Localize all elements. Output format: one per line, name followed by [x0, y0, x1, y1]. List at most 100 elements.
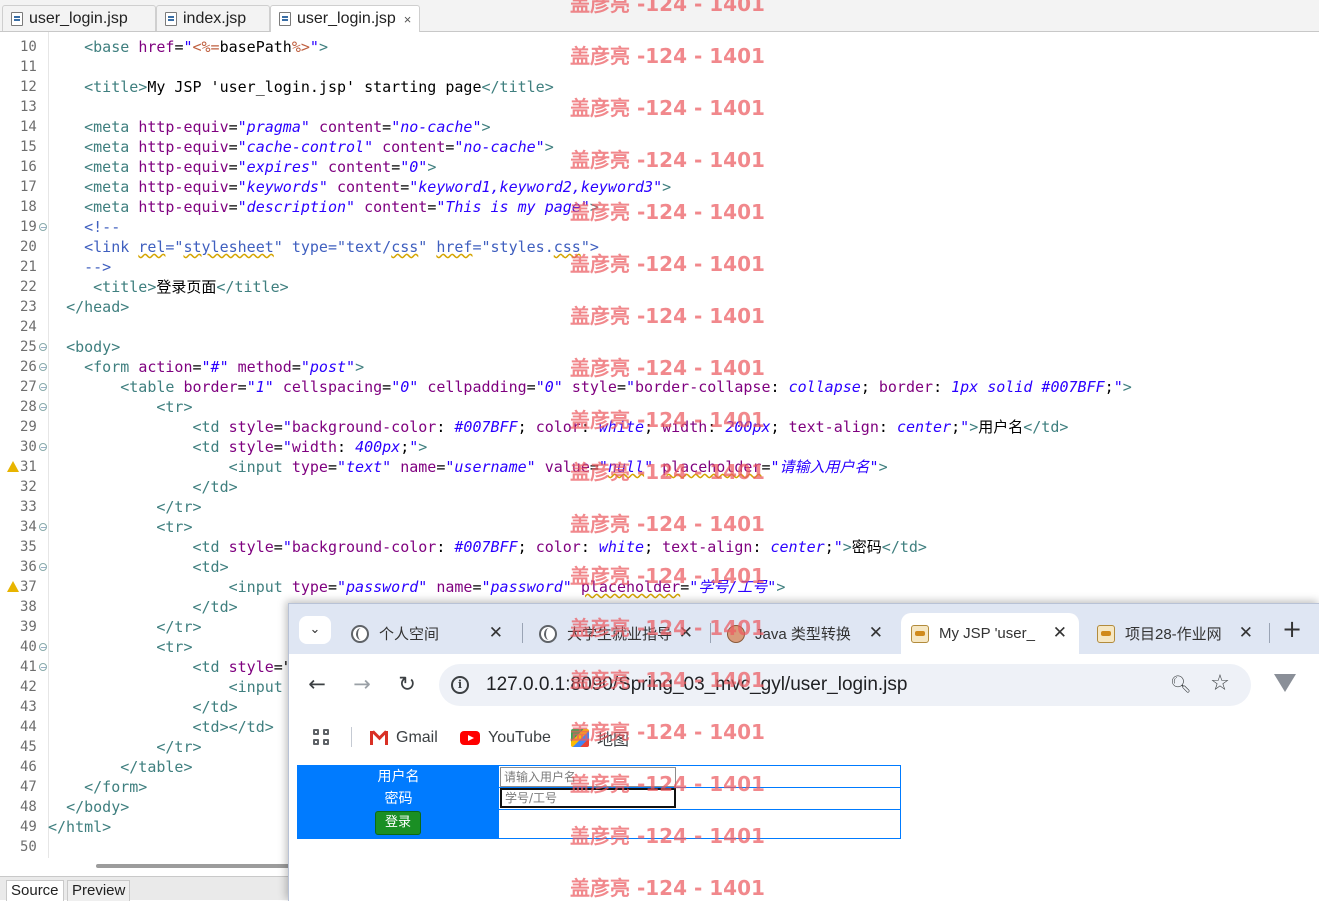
code-line[interactable]: </table> [48, 757, 192, 777]
line-number: 33 [20, 499, 37, 515]
bookmark-maps[interactable]: 地图 [571, 727, 629, 749]
fold-toggle-icon[interactable]: − [39, 443, 47, 452]
warning-icon[interactable] [7, 461, 19, 472]
code-line[interactable]: <title>My JSP 'user_login.jsp' starting … [48, 77, 554, 97]
login-table: 用户名 密码 登录 请输入用户名 学号/工号 [297, 765, 901, 839]
code-line[interactable]: <form action="#" method="post"> [48, 357, 364, 377]
fold-toggle-icon[interactable]: − [39, 383, 47, 392]
editor-tab-index[interactable]: index.jsp [156, 5, 270, 31]
code-line[interactable]: <input type="text" name="username" value… [48, 457, 888, 477]
code-line[interactable]: </tr> [48, 617, 201, 637]
fold-toggle-icon[interactable]: − [39, 663, 47, 672]
bookmark-star-icon[interactable]: ☆ [1210, 673, 1230, 695]
fold-toggle-icon[interactable]: − [39, 343, 47, 352]
line-number: 35 [20, 539, 37, 555]
fold-toggle-icon[interactable]: − [39, 563, 47, 572]
code-line[interactable]: </td> [48, 597, 238, 617]
code-line[interactable]: <tr> [48, 517, 192, 537]
bookmark-gmail[interactable]: Gmail [370, 727, 438, 749]
line-number: 38 [20, 599, 37, 615]
code-line[interactable]: </form> [48, 777, 147, 797]
close-tab-icon[interactable]: ✕ [869, 624, 883, 641]
apps-grid-icon[interactable] [313, 729, 331, 747]
code-line[interactable]: <body> [48, 337, 120, 357]
code-line[interactable]: <td style="background-color: #007BFF; co… [48, 537, 927, 557]
code-line[interactable]: </tr> [48, 737, 201, 757]
warning-icon[interactable] [7, 581, 19, 592]
code-line[interactable]: </tr> [48, 497, 201, 517]
line-number: 39 [20, 619, 37, 635]
jsp-file-icon [279, 12, 291, 26]
fold-toggle-icon[interactable]: − [39, 643, 47, 652]
forward-arrow-icon[interactable]: → [350, 672, 374, 696]
fold-toggle-icon[interactable]: − [39, 223, 47, 232]
code-line[interactable]: </td> [48, 697, 238, 717]
code-line[interactable]: </body> [48, 797, 129, 817]
code-line[interactable]: <meta http-equiv="pragma" content="no-ca… [48, 117, 490, 137]
code-line[interactable]: <td style="background-color: #007BFF; co… [48, 417, 1069, 437]
username-input[interactable]: 请输入用户名 [500, 767, 676, 787]
close-tab-icon[interactable]: ✕ [489, 624, 503, 641]
code-line[interactable]: </td> [48, 477, 238, 497]
editor-tab-bar: user_login.jsp index.jsp user_login.jsp … [0, 0, 1319, 32]
login-button[interactable]: 登录 [375, 811, 421, 835]
tab-search-icon[interactable]: ⌄ [299, 616, 331, 644]
code-line[interactable]: <base href="<%=basePath%>"> [48, 37, 328, 57]
code-line[interactable]: <td></td> [48, 717, 274, 737]
code-line[interactable]: <table border="1" cellspacing="0" cellpa… [48, 377, 1132, 397]
back-arrow-icon[interactable]: ← [305, 672, 329, 696]
code-line[interactable]: <meta http-equiv="expires" content="0"> [48, 157, 436, 177]
editor-tab-user-login-active[interactable]: user_login.jsp × [270, 5, 420, 32]
tomcat-icon [1097, 624, 1115, 643]
globe-icon [539, 624, 557, 643]
browser-tab-my-jsp-active[interactable]: My JSP 'user_ ✕ [901, 613, 1079, 654]
fold-toggle-icon[interactable]: − [39, 403, 47, 412]
code-line[interactable]: <title>登录页面</title> [48, 277, 288, 297]
code-line[interactable]: <input [48, 677, 283, 697]
code-line[interactable]: <tr> [48, 637, 192, 657]
code-line[interactable]: </head> [48, 297, 129, 317]
code-line[interactable]: <input type="password" name="password" p… [48, 577, 786, 597]
code-line[interactable]: <td style="width: 400px;"> [48, 437, 428, 457]
zoom-out-icon[interactable]: 🔍︎ [1170, 675, 1192, 695]
code-line[interactable]: <meta http-equiv="cache-control" content… [48, 137, 554, 157]
reload-icon[interactable]: ↻ [395, 672, 419, 696]
code-line[interactable]: <!-- [48, 217, 120, 237]
label-column: 用户名 密码 登录 [298, 766, 499, 838]
line-number: 47 [20, 779, 37, 795]
url-text[interactable]: 127.0.0.1:8090/Spring_03_mvc_gyl/user_lo… [486, 674, 907, 696]
preview-tab[interactable]: Preview [67, 880, 131, 901]
browser-tab-project28[interactable]: 项目28-作业网 ✕ [1087, 613, 1265, 654]
line-number: 21 [20, 259, 37, 275]
code-line[interactable]: <meta http-equiv="keywords" content="key… [48, 177, 671, 197]
browser-tab-career[interactable]: 大学生就业指导 ✕ [529, 613, 705, 654]
site-info-icon[interactable]: i [451, 676, 469, 694]
close-tab-icon[interactable]: ✕ [679, 624, 693, 641]
source-tab[interactable]: Source [6, 880, 64, 901]
fold-toggle-icon[interactable]: − [39, 523, 47, 532]
code-line[interactable]: <td style=" [48, 657, 292, 677]
vue-devtools-icon[interactable] [1274, 674, 1296, 692]
horizontal-scrollbar[interactable] [96, 864, 291, 868]
jsp-file-icon [165, 11, 177, 26]
code-line[interactable]: <td> [48, 557, 229, 577]
code-line[interactable]: </html> [48, 817, 111, 837]
new-tab-button[interactable]: + [1279, 617, 1305, 643]
code-line[interactable]: <tr> [48, 397, 192, 417]
fold-toggle-icon[interactable]: − [39, 363, 47, 372]
line-number: 15 [20, 139, 37, 155]
code-line[interactable]: <link rel="stylesheet" type="text/css" h… [48, 237, 599, 257]
close-icon[interactable]: × [404, 12, 412, 27]
bookmark-youtube[interactable]: YouTube [460, 727, 551, 749]
password-input[interactable]: 学号/工号 [500, 788, 676, 808]
close-tab-icon[interactable]: ✕ [1239, 624, 1253, 641]
address-bar[interactable]: i 127.0.0.1:8090/Spring_03_mvc_gyl/user_… [439, 664, 1251, 706]
code-line[interactable]: <meta http-equiv="description" content="… [48, 197, 599, 217]
line-number: 11 [20, 59, 37, 75]
editor-tab-user-login-1[interactable]: user_login.jsp [2, 5, 156, 31]
browser-tab-personal-space[interactable]: 个人空间 ✕ [341, 613, 515, 654]
line-number: 14 [20, 119, 37, 135]
close-tab-icon[interactable]: ✕ [1053, 624, 1067, 641]
browser-tab-java[interactable]: Java 类型转换 ✕ [717, 613, 895, 654]
code-line[interactable]: --> [48, 257, 111, 277]
